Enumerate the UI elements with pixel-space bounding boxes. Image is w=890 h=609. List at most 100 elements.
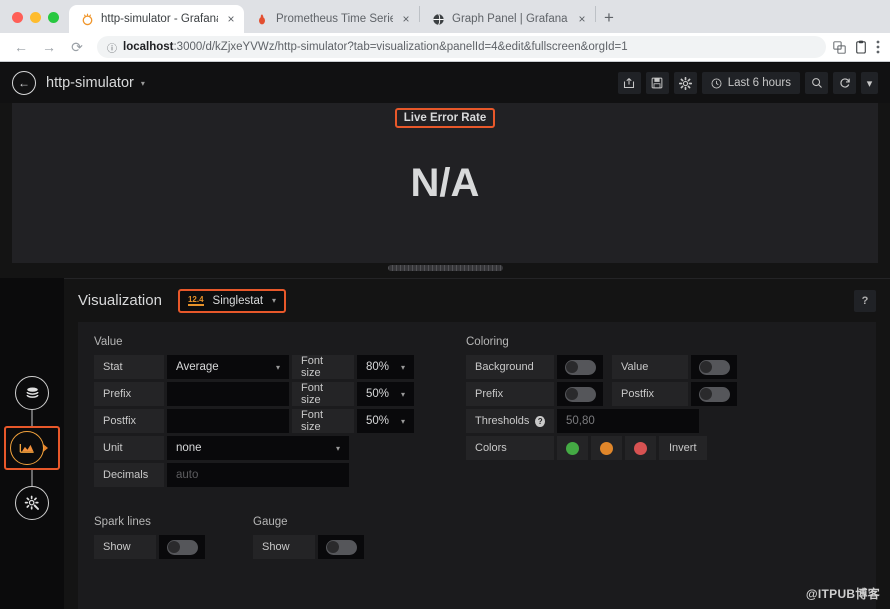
value-color-toggle[interactable]	[691, 355, 737, 379]
dashboard-title-text: http-simulator	[46, 75, 134, 91]
editor-columns: Value Stat Average ▾ Font size 80% ▾ Pre…	[94, 336, 860, 490]
background-label: Background	[466, 355, 554, 379]
chevron-down-icon: ▾	[400, 416, 405, 426]
browser-tab-3[interactable]: Graph Panel | Grafana Docume ×	[420, 5, 595, 33]
url-path: :3000/d/kZjxeYVWz/http-simulator?tab=vis…	[173, 41, 628, 53]
postfix-color-toggle[interactable]	[691, 382, 737, 406]
zoom-out-time-button[interactable]	[805, 72, 828, 94]
browser-menu-icon[interactable]	[876, 40, 880, 54]
value-section: Value Stat Average ▾ Font size 80% ▾ Pre…	[94, 336, 434, 490]
globe-icon	[431, 12, 445, 26]
panel-resize-handle[interactable]	[387, 265, 503, 271]
color-swatch-warn[interactable]	[591, 436, 622, 460]
background-toggle[interactable]	[557, 355, 603, 379]
toggle-switch	[325, 539, 357, 555]
visualization-type-label: Singlestat	[212, 294, 264, 307]
chevron-down-icon: ▾	[140, 78, 145, 88]
postfix-label: Postfix	[94, 409, 164, 433]
prefix-postfix-color-row: Prefix Postfix	[466, 382, 737, 406]
back-to-dashboard-icon[interactable]: ←	[12, 71, 36, 95]
unit-value: none	[176, 442, 202, 454]
toggle-switch	[564, 386, 596, 402]
chevron-down-icon: ▾	[400, 389, 405, 399]
close-icon[interactable]: ×	[225, 13, 237, 25]
decimals-row: Decimals auto	[94, 463, 434, 487]
sparklines-show-toggle[interactable]	[159, 535, 205, 559]
toggle-switch	[166, 539, 198, 555]
topnav-actions: Last 6 hours ▾	[617, 72, 878, 94]
share-dashboard-button[interactable]	[617, 72, 641, 94]
sidebar-item-queries[interactable]	[15, 376, 49, 410]
maximize-window-button[interactable]	[48, 12, 59, 23]
prefix-color-toggle[interactable]	[557, 382, 603, 406]
browser-tab-1[interactable]: http-simulator - Grafana ×	[69, 5, 244, 33]
search-icon	[811, 78, 822, 88]
address-bar[interactable]: ⓘ localhost:3000/d/kZjxeYVWz/http-simula…	[97, 36, 826, 58]
singlestat-panel[interactable]: Live Error Rate N/A	[12, 103, 878, 263]
sparklines-section: Spark lines Show	[94, 516, 205, 562]
editor-sidebar	[0, 278, 64, 609]
background-value-row: Background Value	[466, 355, 737, 379]
thresholds-input[interactable]: 50,80	[557, 409, 699, 433]
site-info-icon[interactable]: ⓘ	[107, 40, 117, 55]
stat-fontsize-select[interactable]: 80% ▾	[357, 355, 414, 379]
gauge-show-toggle[interactable]	[318, 535, 364, 559]
editor-body: Value Stat Average ▾ Font size 80% ▾ Pre…	[78, 322, 876, 609]
profile-icon[interactable]	[855, 40, 867, 54]
sidebar-item-visualization-highlight[interactable]	[4, 426, 60, 470]
help-icon[interactable]: ?	[535, 415, 545, 427]
postfix-row: Postfix Font size 50% ▾	[94, 409, 434, 433]
postfix-input[interactable]	[167, 409, 289, 433]
toggle-switch	[564, 359, 596, 375]
back-icon[interactable]: ←	[8, 35, 34, 59]
stat-select[interactable]: Average ▾	[167, 355, 289, 379]
gauge-show-label: Show	[253, 535, 315, 559]
refresh-interval-dropdown[interactable]: ▾	[861, 72, 878, 94]
browser-tabstrip: http-simulator - Grafana × Prometheus Ti…	[0, 0, 890, 33]
prefix-color-label: Prefix	[466, 382, 554, 406]
dashboard-title[interactable]: http-simulator ▾	[46, 75, 145, 91]
toolbar-actions	[833, 40, 882, 54]
coloring-section-title: Coloring	[466, 336, 509, 348]
translate-icon[interactable]	[833, 40, 846, 54]
color-swatch-ok[interactable]	[557, 436, 588, 460]
sidebar-item-general[interactable]	[15, 486, 49, 520]
forward-icon[interactable]: →	[36, 35, 62, 59]
browser-toolbar: ← → ⟳ ⓘ localhost:3000/d/kZjxeYVWz/http-…	[0, 33, 890, 62]
time-range-picker[interactable]: Last 6 hours	[701, 72, 800, 94]
dashboard-settings-button[interactable]	[673, 72, 697, 94]
grafana-app: ← http-simulator ▾ Last 6 hours ▾ Live E…	[0, 63, 890, 609]
chevron-down-icon: ▾	[335, 443, 340, 453]
decimals-input[interactable]: auto	[167, 463, 349, 487]
unit-select[interactable]: none ▾	[167, 436, 349, 460]
unit-label: Unit	[94, 436, 164, 460]
grafana-icon	[80, 12, 94, 26]
reload-icon[interactable]: ⟳	[64, 35, 90, 59]
close-window-button[interactable]	[12, 12, 23, 23]
grafana-topnav: ← http-simulator ▾ Last 6 hours ▾	[0, 63, 890, 103]
browser-window: http-simulator - Grafana × Prometheus Ti…	[0, 0, 890, 609]
prefix-fontsize-select[interactable]: 50% ▾	[357, 382, 414, 406]
value-toggle-pair: Value	[612, 355, 737, 379]
postfix-fontsize-select[interactable]: 50% ▾	[357, 409, 414, 433]
refresh-button[interactable]	[833, 72, 856, 94]
swatch-circle	[566, 441, 579, 455]
unit-row: Unit none ▾	[94, 436, 434, 460]
close-icon[interactable]: ×	[400, 13, 412, 25]
sidebar-item-visualization[interactable]	[10, 431, 44, 465]
visualization-type-dropdown[interactable]: 12.4 Singlestat ▾	[177, 288, 287, 313]
save-dashboard-button[interactable]	[645, 72, 669, 94]
close-icon[interactable]: ×	[576, 13, 588, 25]
browser-tab-title: Graph Panel | Grafana Docume	[452, 13, 569, 25]
minimize-window-button[interactable]	[30, 12, 41, 23]
help-button[interactable]: ?	[854, 289, 876, 312]
color-swatch-critical[interactable]	[625, 436, 656, 460]
new-tab-button[interactable]: +	[596, 5, 622, 31]
browser-tab-2[interactable]: Prometheus Time Series Collec ×	[244, 5, 419, 33]
background-toggle-pair: Background	[466, 355, 603, 379]
prefix-input[interactable]	[167, 382, 289, 406]
invert-button[interactable]: Invert	[659, 436, 707, 460]
panel-editor: Visualization 12.4 Singlestat ▾ ? Value …	[64, 278, 890, 609]
address-bar-url: localhost:3000/d/kZjxeYVWz/http-simulato…	[123, 41, 628, 53]
browser-tab-title: http-simulator - Grafana	[101, 13, 218, 25]
